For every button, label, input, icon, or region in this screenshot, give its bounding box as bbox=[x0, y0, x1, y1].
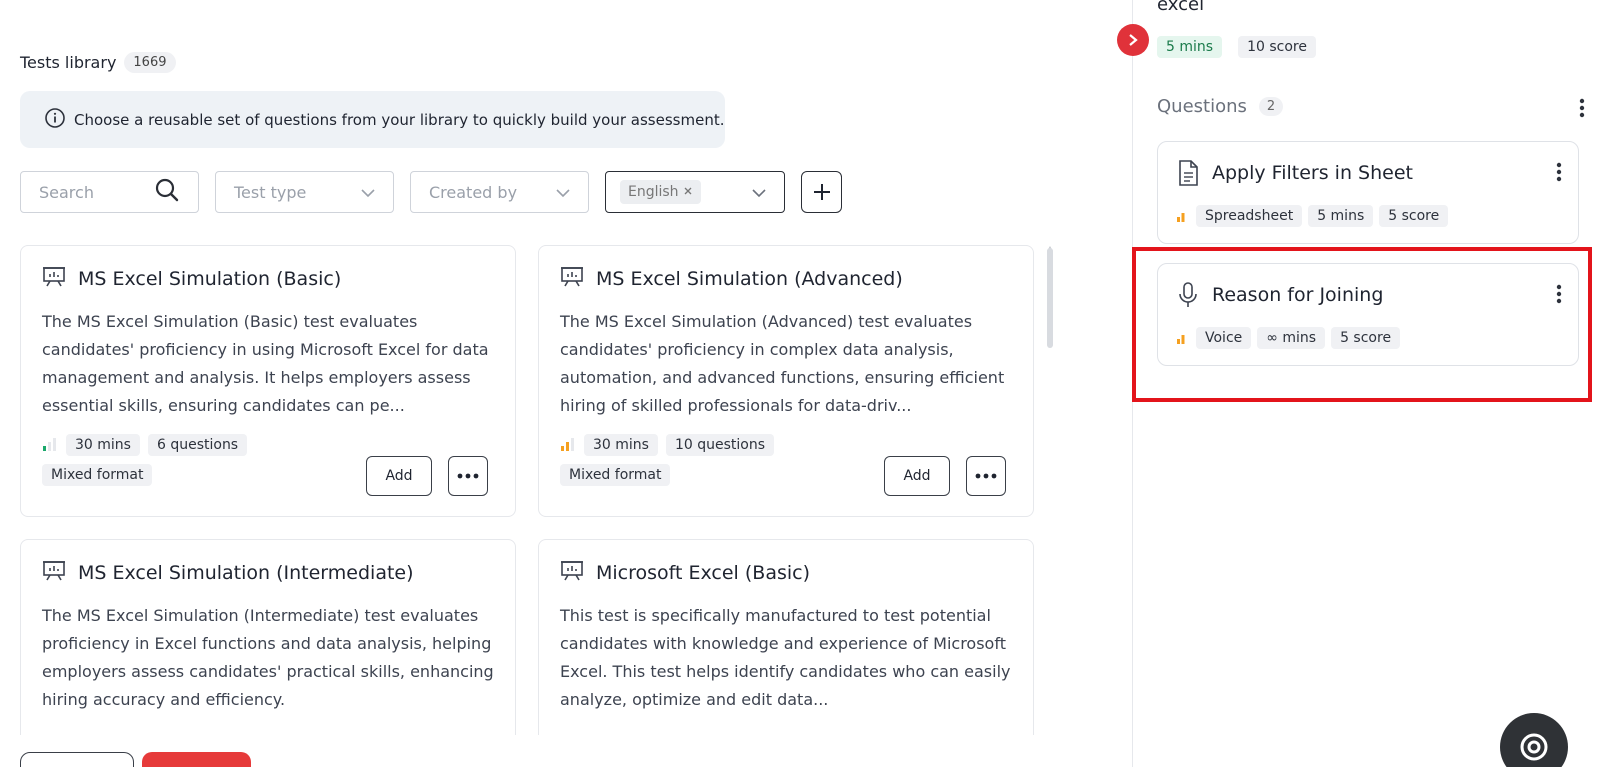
test-title: excel bbox=[1157, 0, 1205, 15]
close-icon[interactable] bbox=[683, 184, 693, 200]
assessment-panel: excel 5 mins 10 score Questions 2 Apply … bbox=[1117, 0, 1607, 767]
card-description: The MS Excel Simulation (Advanced) test … bbox=[560, 312, 1005, 415]
search-input[interactable]: Search bbox=[20, 171, 199, 213]
format-tag: Mixed format bbox=[560, 464, 671, 486]
questions-header: Questions 2 bbox=[1157, 96, 1284, 117]
question-title: Apply Filters in Sheet bbox=[1212, 162, 1413, 184]
kebab-icon bbox=[1556, 162, 1562, 182]
difficulty-bars-icon bbox=[1176, 329, 1190, 348]
ellipsis-icon bbox=[457, 473, 479, 479]
library-count-badge: 1669 bbox=[124, 52, 176, 73]
test-card[interactable]: MS Excel Simulation (Advanced) The MS Ex… bbox=[538, 245, 1034, 517]
add-test-button[interactable]: Add bbox=[884, 456, 950, 496]
collapse-panel-button[interactable] bbox=[1117, 24, 1149, 56]
kebab-icon bbox=[1556, 284, 1562, 304]
plus-icon bbox=[813, 184, 830, 200]
presentation-icon bbox=[42, 266, 66, 292]
language-chip[interactable]: English bbox=[620, 180, 701, 204]
question-type-tag: Voice bbox=[1196, 327, 1252, 349]
questions-count-badge: 2 bbox=[1258, 97, 1284, 116]
question-type-tag: Spreadsheet bbox=[1196, 205, 1303, 227]
add-test-button[interactable]: Add bbox=[366, 456, 432, 496]
chevron-down-icon bbox=[556, 183, 570, 202]
presentation-icon bbox=[560, 266, 584, 292]
footer-actions bbox=[20, 752, 251, 767]
question-menu-button[interactable] bbox=[1556, 162, 1562, 186]
language-select[interactable]: English bbox=[605, 171, 785, 213]
chevron-right-icon bbox=[1129, 34, 1138, 46]
test-cards-grid: MS Excel Simulation (Basic) The MS Excel… bbox=[20, 245, 1056, 735]
library-title: Tests library bbox=[20, 53, 117, 72]
created-by-label: Created by bbox=[429, 182, 518, 202]
search-placeholder: Search bbox=[39, 182, 94, 202]
question-menu-button[interactable] bbox=[1556, 284, 1562, 308]
question-meta: Spreadsheet 5 mins 5 score bbox=[1176, 205, 1449, 227]
test-score-badge: 10 score bbox=[1238, 36, 1316, 58]
duration-tag: 30 mins bbox=[66, 434, 140, 456]
card-title: MS Excel Simulation (Advanced) bbox=[596, 268, 903, 290]
duration-tag: 30 mins bbox=[584, 434, 658, 456]
questions-label: Questions bbox=[1157, 96, 1247, 117]
test-card[interactable]: MS Excel Simulation (Basic) The MS Excel… bbox=[20, 245, 516, 517]
info-banner: Choose a reusable set of questions from … bbox=[20, 91, 725, 148]
chevron-down-icon bbox=[752, 183, 766, 202]
kebab-icon bbox=[1579, 98, 1585, 118]
question-score-tag: 5 score bbox=[1379, 205, 1449, 227]
chevron-down-icon bbox=[361, 183, 375, 202]
card-description: The MS Excel Simulation (Intermediate) t… bbox=[42, 606, 494, 709]
test-card[interactable]: MS Excel Simulation (Intermediate) The M… bbox=[20, 539, 516, 735]
created-by-select[interactable]: Created by bbox=[410, 171, 589, 213]
question-card[interactable]: Apply Filters in Sheet Spreadsheet 5 min… bbox=[1157, 141, 1579, 244]
presentation-icon bbox=[42, 560, 66, 586]
questions-menu-button[interactable] bbox=[1579, 98, 1585, 122]
card-title: MS Excel Simulation (Basic) bbox=[78, 268, 342, 290]
card-title: MS Excel Simulation (Intermediate) bbox=[78, 562, 414, 584]
question-meta: Voice ∞ mins 5 score bbox=[1176, 327, 1401, 349]
info-text: Choose a reusable set of questions from … bbox=[74, 110, 725, 129]
format-tag: Mixed format bbox=[42, 464, 153, 486]
library-header: Tests library 1669 bbox=[20, 52, 176, 73]
difficulty-bars-icon bbox=[42, 436, 58, 455]
test-meta: 5 mins 10 score bbox=[1157, 36, 1316, 58]
test-type-select[interactable]: Test type bbox=[215, 171, 394, 213]
microphone-icon bbox=[1176, 282, 1200, 312]
question-score-tag: 5 score bbox=[1331, 327, 1401, 349]
questions-tag: 10 questions bbox=[665, 434, 775, 456]
question-title: Reason for Joining bbox=[1212, 284, 1384, 306]
tests-library-panel: Tests library 1669 Choose a reusable set… bbox=[0, 0, 1132, 767]
search-icon[interactable] bbox=[154, 177, 180, 207]
questions-tag: 6 questions bbox=[147, 434, 248, 456]
more-options-button[interactable] bbox=[448, 456, 488, 496]
card-description: The MS Excel Simulation (Basic) test eva… bbox=[42, 312, 489, 415]
question-card[interactable]: Reason for Joining Voice ∞ mins 5 score bbox=[1157, 263, 1579, 366]
scrollbar-thumb[interactable] bbox=[1047, 248, 1053, 348]
document-icon bbox=[1176, 160, 1200, 190]
question-duration-tag: ∞ mins bbox=[1257, 327, 1326, 349]
difficulty-bars-icon bbox=[560, 436, 576, 455]
ellipsis-icon bbox=[975, 473, 997, 479]
card-title: Microsoft Excel (Basic) bbox=[596, 562, 811, 584]
more-options-button[interactable] bbox=[966, 456, 1006, 496]
chat-help-icon bbox=[1520, 733, 1548, 761]
presentation-icon bbox=[560, 560, 584, 586]
language-chip-label: English bbox=[628, 184, 679, 200]
info-icon bbox=[44, 107, 66, 133]
card-description: This test is specifically manufactured t… bbox=[560, 606, 1011, 709]
primary-footer-button[interactable] bbox=[142, 752, 251, 767]
difficulty-bars-icon bbox=[1176, 207, 1190, 226]
add-filter-button[interactable] bbox=[801, 171, 842, 213]
question-duration-tag: 5 mins bbox=[1308, 205, 1374, 227]
filter-bar: Search Test type Created by English bbox=[20, 171, 842, 213]
test-card[interactable]: Microsoft Excel (Basic) This test is spe… bbox=[538, 539, 1034, 735]
test-duration-badge: 5 mins bbox=[1157, 36, 1223, 58]
secondary-footer-button[interactable] bbox=[20, 752, 134, 767]
test-type-label: Test type bbox=[234, 182, 307, 202]
